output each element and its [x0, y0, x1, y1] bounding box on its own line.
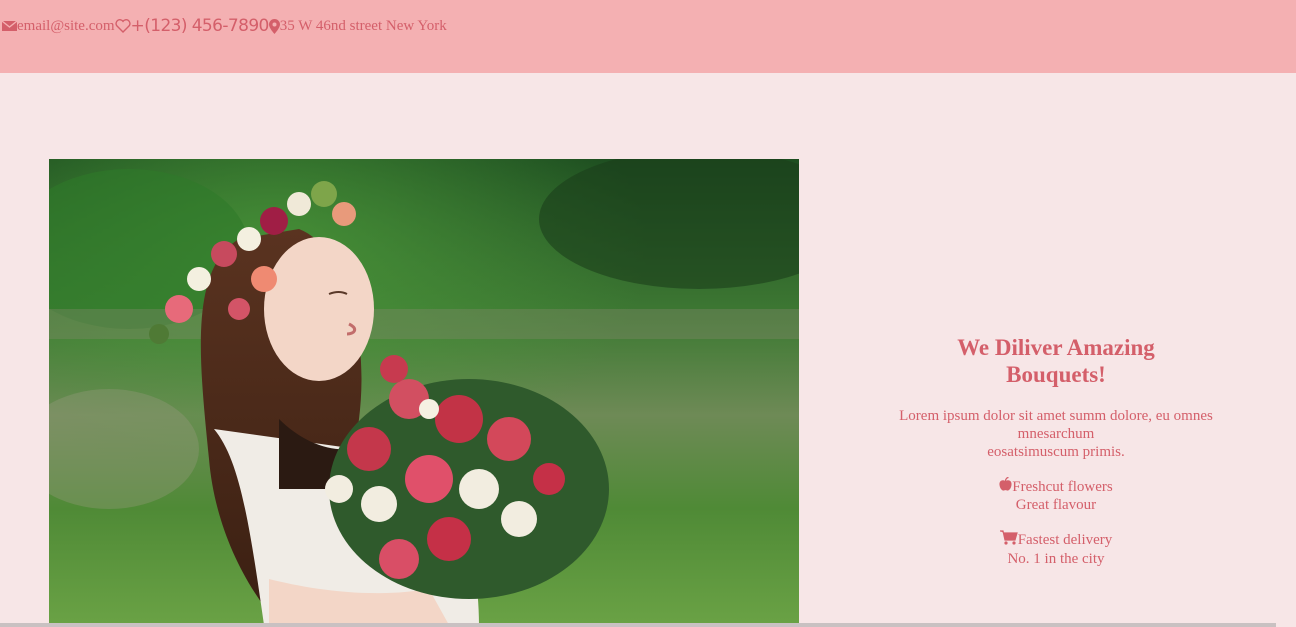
feature-freshcut: Freshcut flowers Great flavour — [868, 477, 1244, 514]
promo-description: Lorem ipsum dolor sit amet summ dolore, … — [868, 407, 1244, 461]
envelope-icon — [2, 20, 17, 32]
promo-title: We Diliver Amazing Bouquets! — [957, 335, 1155, 387]
promo-description-line-2: eosatsimuscum primis. — [987, 444, 1125, 460]
apple-icon — [999, 477, 1012, 496]
phone-link[interactable]: +(123) 456-7890 — [114, 16, 270, 36]
map-marker-icon — [268, 18, 280, 34]
phone-text: +(123) 456-7890 — [130, 16, 270, 36]
horizontal-scrollbar[interactable] — [0, 623, 1276, 627]
feature-delivery: Fastest delivery No. 1 in the city — [868, 530, 1244, 568]
feature-subtitle: No. 1 in the city — [1007, 551, 1105, 567]
feature-title: Freshcut flowers — [1012, 478, 1113, 495]
cart-icon — [999, 530, 1018, 550]
address-text: 35 W 46nd street New York — [279, 17, 447, 34]
address-text-group: 35 W 46nd street New York — [268, 17, 447, 35]
top-bar: email@site.com +(123) 456-7890 35 W 46nd… — [0, 0, 1296, 73]
promo-section: We Diliver Amazing Bouquets! Lorem ipsum… — [868, 334, 1244, 568]
hero-photo — [49, 159, 799, 625]
heart-icon — [114, 19, 131, 33]
email-link[interactable]: email@site.com — [2, 18, 115, 35]
feature-subtitle: Great flavour — [1015, 497, 1097, 513]
feature-title: Fastest delivery — [1017, 532, 1113, 548]
promo-description-line-1: Lorem ipsum dolor sit amet summ dolore, … — [899, 408, 1213, 442]
email-text: email@site.com — [17, 17, 115, 34]
contact-info: email@site.com +(123) 456-7890 35 W 46nd… — [2, 16, 447, 36]
